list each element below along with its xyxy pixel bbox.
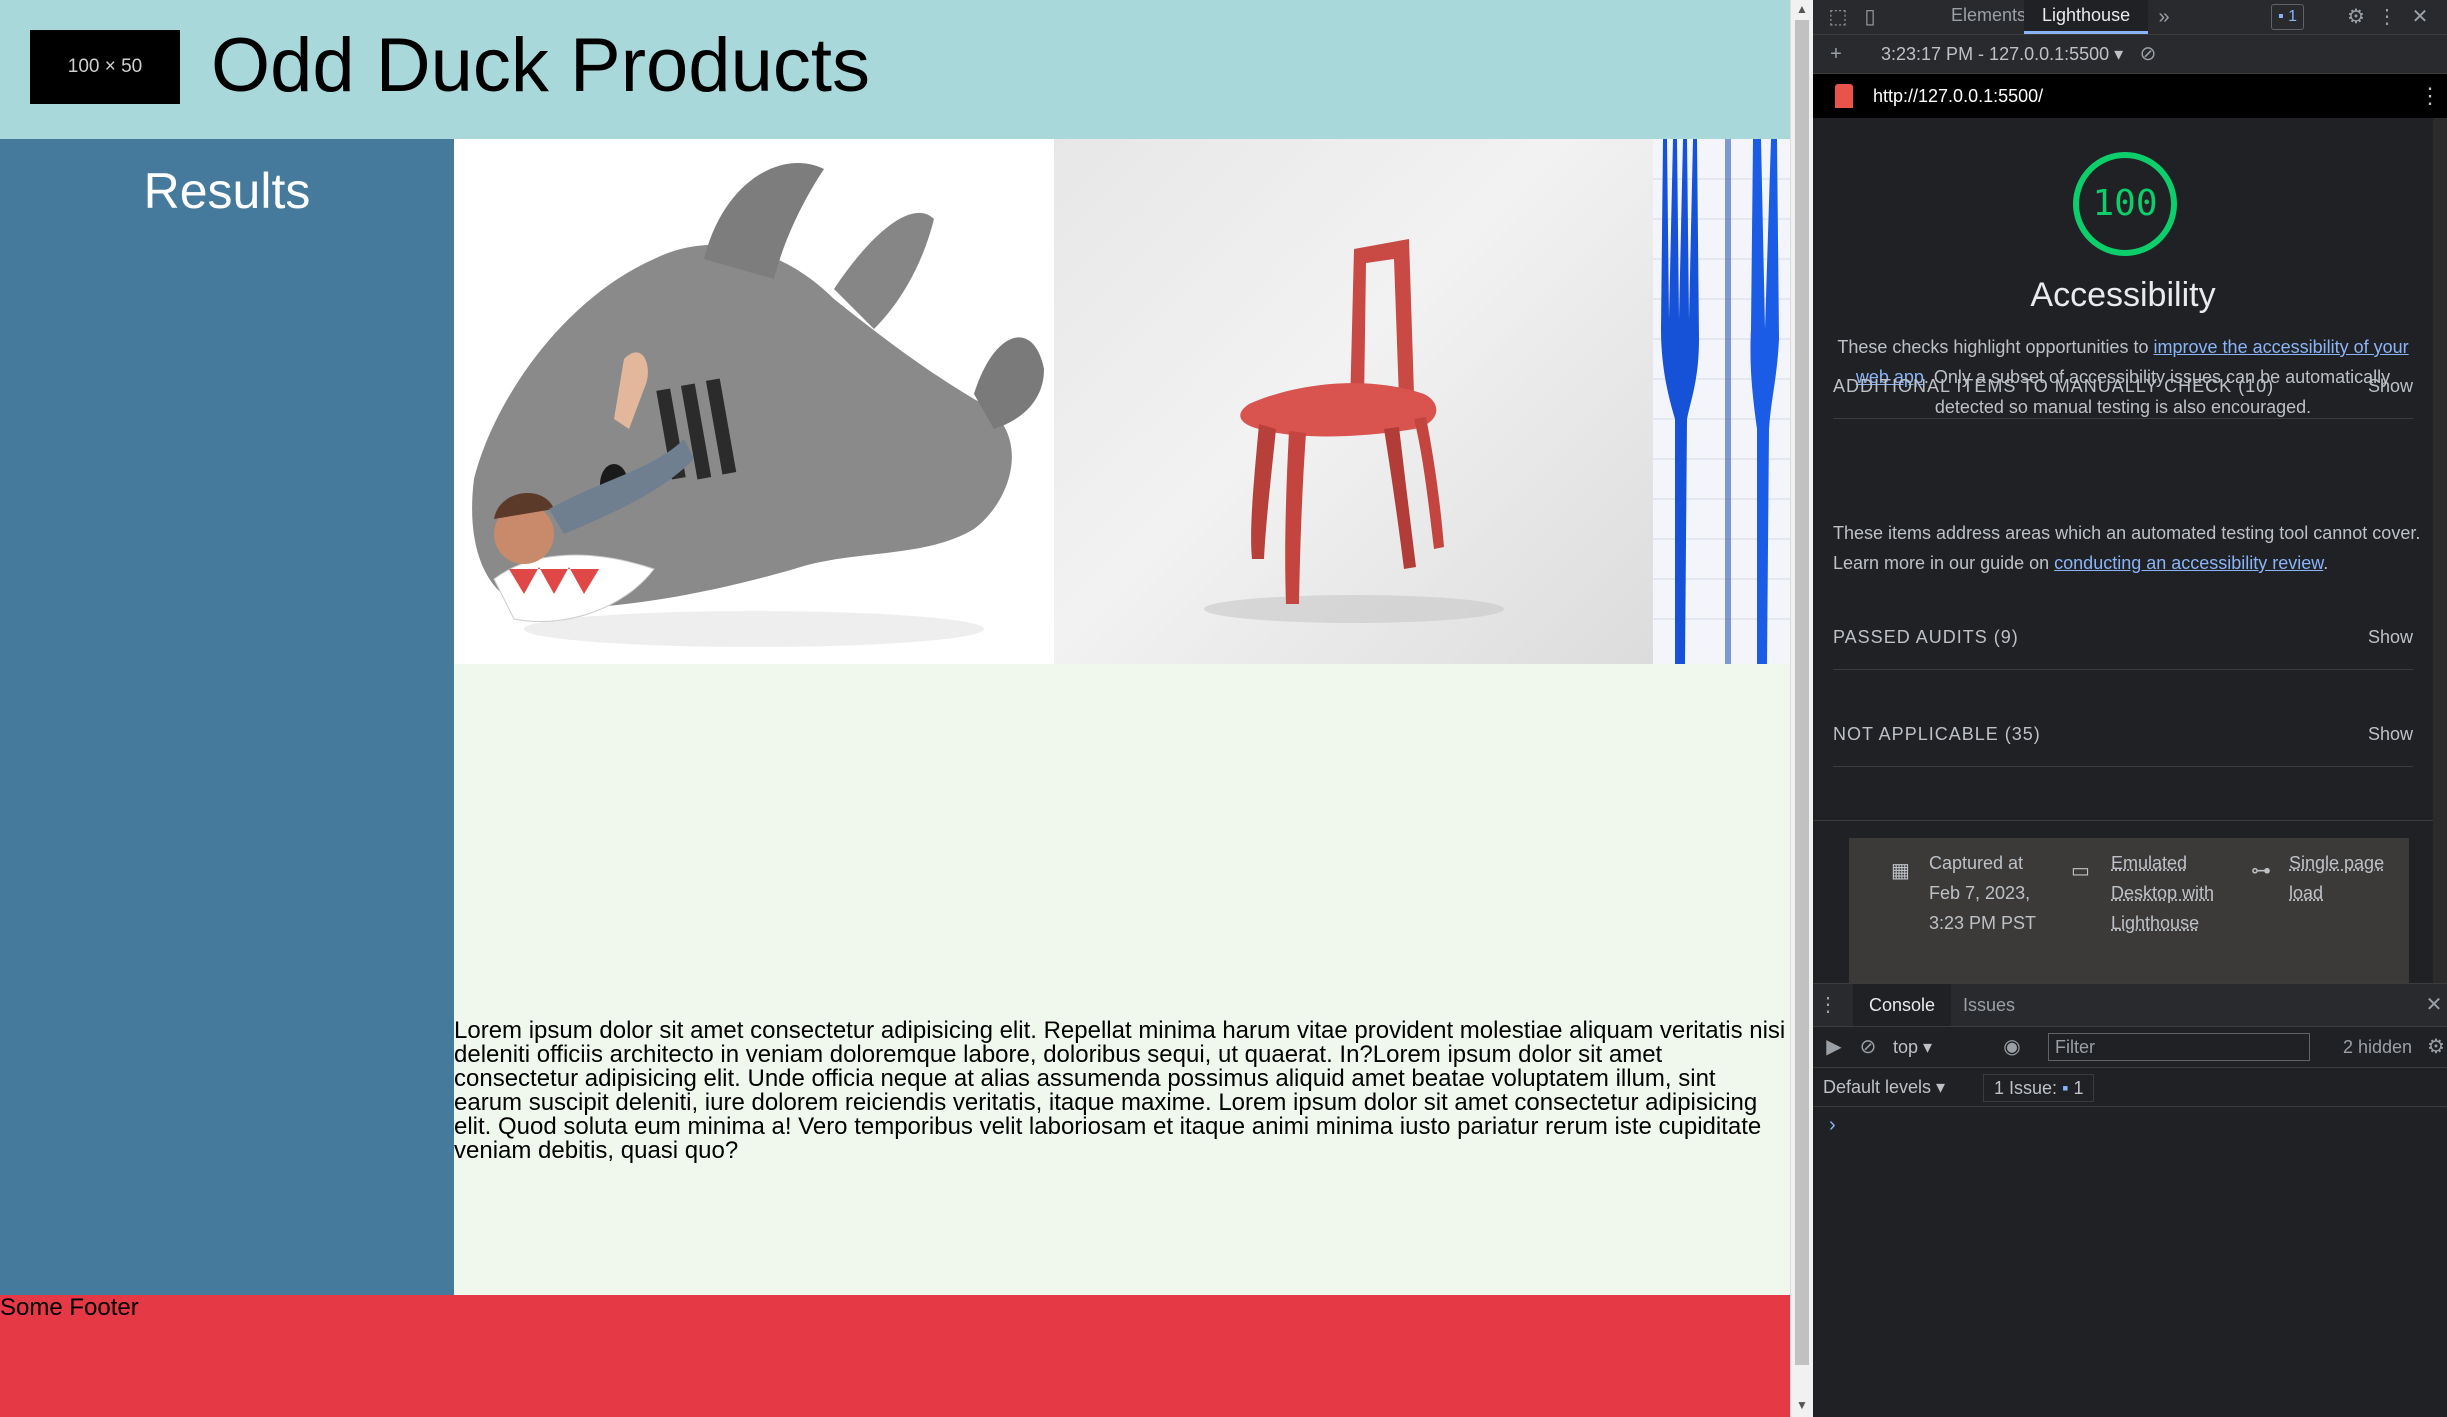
scroll-up-arrow-icon[interactable]: ▲ — [1795, 2, 1809, 16]
clear-console-icon[interactable]: ⊘ — [1855, 1027, 1881, 1067]
group-not-applicable[interactable]: NOT APPLICABLE (35) Show — [1833, 702, 2413, 767]
issues-button[interactable]: 1 Issue: ▪ 1 — [1983, 1074, 2095, 1102]
group-title: ADDITIONAL ITEMS TO MANUALLY CHECK (10) — [1833, 376, 2275, 396]
console-drawer: ⋮ Console Issues ✕ ▶ ⊘ top ▾ ◉ 2 hidden … — [1813, 983, 2447, 1417]
drawer-menu-icon[interactable]: ⋮ — [1817, 984, 1839, 1026]
show-button[interactable]: Show — [2368, 354, 2413, 418]
accessibility-review-link[interactable]: conducting an accessibility review — [2054, 553, 2323, 573]
page-scroll-thumb[interactable] — [1795, 20, 1809, 1365]
shark-sleeping-bag-image[interactable] — [454, 139, 1054, 664]
issues-badge[interactable]: ▪ 1 — [2271, 4, 2305, 30]
group-passed-audits[interactable]: PASSED AUDITS (9) Show — [1833, 605, 2413, 670]
manual-text-end: . — [2323, 553, 2329, 573]
score-gauge: 100 — [2073, 152, 2177, 256]
device-toolbar-icon[interactable]: ▯ — [1857, 0, 1883, 34]
scroll-down-arrow-icon[interactable]: ▼ — [1795, 1398, 1809, 1412]
main-content: Lorem ipsum dolor sit amet consectetur a… — [454, 139, 1790, 1295]
report-scrollbar[interactable] — [2433, 118, 2447, 983]
devtools-tabbar: ⬚ ▯ Elements Lighthouse » ▪ 1 ⚙ ⋮ ✕ — [1813, 0, 2447, 35]
report-select[interactable]: 3:23:17 PM - 127.0.0.1:5500 ▾ — [1881, 35, 2123, 73]
sidebar-toggle-icon[interactable]: ▶ — [1821, 1027, 1847, 1067]
tab-console[interactable]: Console — [1853, 984, 1952, 1026]
report-metadata: ▦ Captured at Feb 7, 2023, 3:23 PM PST ▭… — [1849, 838, 2409, 983]
devtools-panel: ⬚ ▯ Elements Lighthouse » ▪ 1 ⚙ ⋮ ✕ + 3:… — [1813, 0, 2447, 1417]
console-toolbar: ▶ ⊘ top ▾ ◉ 2 hidden ⚙ — [1813, 1027, 2447, 1068]
issues-count: 1 — [2288, 8, 2298, 25]
more-tabs-icon[interactable]: » — [2151, 0, 2177, 34]
single-page-icon: ⊶ — [2251, 860, 2271, 882]
site-footer: Some Footer — [0, 1295, 1790, 1417]
console-filter-input[interactable] — [2048, 1033, 2310, 1061]
web-page: 100 × 50 Odd Duck Products Results Lorem… — [0, 0, 1790, 1417]
console-levels-bar: Default levels ▾ 1 Issue: ▪ 1 — [1813, 1068, 2447, 1107]
tab-lighthouse[interactable]: Lighthouse — [2024, 0, 2149, 34]
desktop-device-icon: ▭ — [2071, 860, 2090, 882]
kebab-menu-icon[interactable]: ⋮ — [2377, 0, 2397, 34]
tab-issues[interactable]: Issues — [1947, 984, 2031, 1026]
close-drawer-icon[interactable]: ✕ — [2421, 984, 2447, 1026]
red-chair-image[interactable] — [1054, 139, 1653, 664]
site-title: Odd Duck Products — [211, 23, 870, 108]
lighthouse-toolbar: + 3:23:17 PM - 127.0.0.1:5500 ▾ ⊘ — [1813, 35, 2447, 74]
console-settings-gear-icon[interactable]: ⚙ — [2425, 1027, 2447, 1067]
results-heading: Results — [143, 163, 311, 219]
issue-chat-icon: ▪ — [2062, 1078, 2069, 1098]
context-label: top — [1893, 1037, 1919, 1057]
logo-placeholder: 100 × 50 — [30, 30, 180, 104]
console-prompt-icon[interactable]: › — [1829, 1114, 1836, 1137]
lorem-paragraph: Lorem ipsum dolor sit amet consectetur a… — [454, 1017, 1786, 1164]
lighthouse-url-bar: http://127.0.0.1:5500/ ⋮ — [1813, 74, 2447, 118]
issue-summary: 1 Issue: — [1994, 1078, 2058, 1098]
new-report-plus-icon[interactable]: + — [1825, 35, 1847, 73]
group-title: PASSED AUDITS (9) — [1833, 627, 2019, 647]
issue-count: 1 — [2073, 1078, 2084, 1098]
group-manual-checks[interactable]: ADDITIONAL ITEMS TO MANUALLY CHECK (10) … — [1833, 354, 2413, 419]
show-button[interactable]: Show — [2368, 702, 2413, 766]
hidden-count: 2 hidden — [2343, 1037, 2413, 1057]
live-expression-eye-icon[interactable]: ◉ — [1999, 1027, 2025, 1067]
category-title: Accessibility — [2030, 276, 2216, 314]
footer-text: Some Footer — [0, 1294, 139, 1321]
inspect-element-icon[interactable]: ⬚ — [1825, 0, 1851, 34]
clear-block-icon[interactable]: ⊘ — [2135, 35, 2161, 73]
page-scrollbar[interactable]: ▲ ▼ — [1790, 0, 1813, 1417]
lighthouse-report: 100 Accessibility These checks highlight… — [1813, 118, 2433, 983]
manual-check-description: These items address areas which an autom… — [1833, 518, 2423, 578]
drawer-tabbar: ⋮ Console Issues ✕ — [1813, 984, 2447, 1027]
close-icon[interactable]: ✕ — [2407, 0, 2433, 34]
emulated-device[interactable]: Emulated Desktop with Lighthouse — [2111, 848, 2221, 938]
show-button[interactable]: Show — [2368, 605, 2413, 669]
navigation-mode[interactable]: Single page load — [2289, 848, 2399, 908]
tested-url[interactable]: http://127.0.0.1:5500/ — [1873, 74, 2043, 118]
context-select[interactable]: top ▾ — [1893, 1027, 1932, 1067]
log-levels-select[interactable]: Default levels ▾ — [1823, 1068, 1945, 1106]
site-header: 100 × 50 Odd Duck Products — [0, 0, 1790, 139]
settings-gear-icon[interactable]: ⚙ — [2343, 0, 2369, 34]
lighthouse-logo-icon — [1835, 84, 1853, 108]
divider — [1813, 820, 2433, 821]
results-sidebar: Results — [0, 139, 454, 1295]
calendar-icon: ▦ — [1891, 860, 1910, 882]
captured-at: Captured at Feb 7, 2023, 3:23 PM PST — [1929, 853, 2037, 933]
group-title: NOT APPLICABLE (35) — [1833, 724, 2041, 744]
report-menu-icon[interactable]: ⋮ — [2419, 74, 2441, 118]
blue-forks-image[interactable] — [1653, 139, 1790, 664]
